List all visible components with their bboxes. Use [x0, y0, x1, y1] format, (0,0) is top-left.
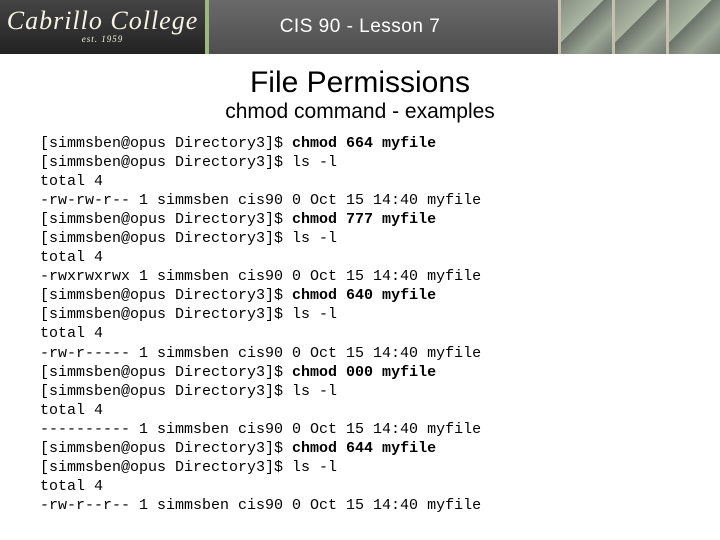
terminal-line: -rw-rw-r-- 1 simmsben cis90 0 Oct 15 14:… [40, 191, 680, 210]
terminal-line: -rwxrwxrwx 1 simmsben cis90 0 Oct 15 14:… [40, 267, 680, 286]
terminal-line: [simmsben@opus Directory3]$ ls -l [40, 382, 680, 401]
terminal-line: total 4 [40, 172, 680, 191]
terminal-line: total 4 [40, 248, 680, 267]
terminal-line: [simmsben@opus Directory3]$ ls -l [40, 153, 680, 172]
terminal-line: [simmsben@opus Directory3]$ ls -l [40, 305, 680, 324]
college-logo: Cabrillo College est. 1959 [0, 0, 205, 54]
photo-slab-icon [612, 0, 666, 54]
terminal-line: -rw-r--r-- 1 simmsben cis90 0 Oct 15 14:… [40, 496, 680, 515]
lesson-title: CIS 90 - Lesson 7 [280, 16, 441, 38]
terminal-line: total 4 [40, 324, 680, 343]
terminal-line: [simmsben@opus Directory3]$ ls -l [40, 229, 680, 248]
logo-established: est. 1959 [82, 34, 124, 44]
page-title: File Permissions [40, 66, 680, 100]
logo-text-1: Cabrillo [7, 6, 103, 35]
photo-slab-icon [558, 0, 612, 54]
terminal-line: [simmsben@opus Directory3]$ ls -l [40, 458, 680, 477]
terminal-output: [simmsben@opus Directory3]$ chmod 664 my… [40, 134, 680, 515]
header-bar: Cabrillo College est. 1959 CIS 90 - Less… [0, 0, 720, 54]
terminal-line: [simmsben@opus Directory3]$ chmod 644 my… [40, 439, 680, 458]
logo-text-2: College [110, 6, 198, 35]
terminal-line: [simmsben@opus Directory3]$ chmod 000 my… [40, 363, 680, 382]
page-subtitle: chmod command - examples [40, 100, 680, 124]
terminal-line: -rw-r----- 1 simmsben cis90 0 Oct 15 14:… [40, 344, 680, 363]
terminal-line: total 4 [40, 477, 680, 496]
logo-divider [205, 0, 209, 54]
terminal-line: ---------- 1 simmsben cis90 0 Oct 15 14:… [40, 420, 680, 439]
terminal-line: [simmsben@opus Directory3]$ chmod 777 my… [40, 210, 680, 229]
photo-slab-icon [666, 0, 720, 54]
header-photo [558, 0, 720, 54]
slide-content: File Permissions chmod command - example… [0, 54, 720, 515]
terminal-line: [simmsben@opus Directory3]$ chmod 640 my… [40, 286, 680, 305]
terminal-line: [simmsben@opus Directory3]$ chmod 664 my… [40, 134, 680, 153]
terminal-line: total 4 [40, 401, 680, 420]
